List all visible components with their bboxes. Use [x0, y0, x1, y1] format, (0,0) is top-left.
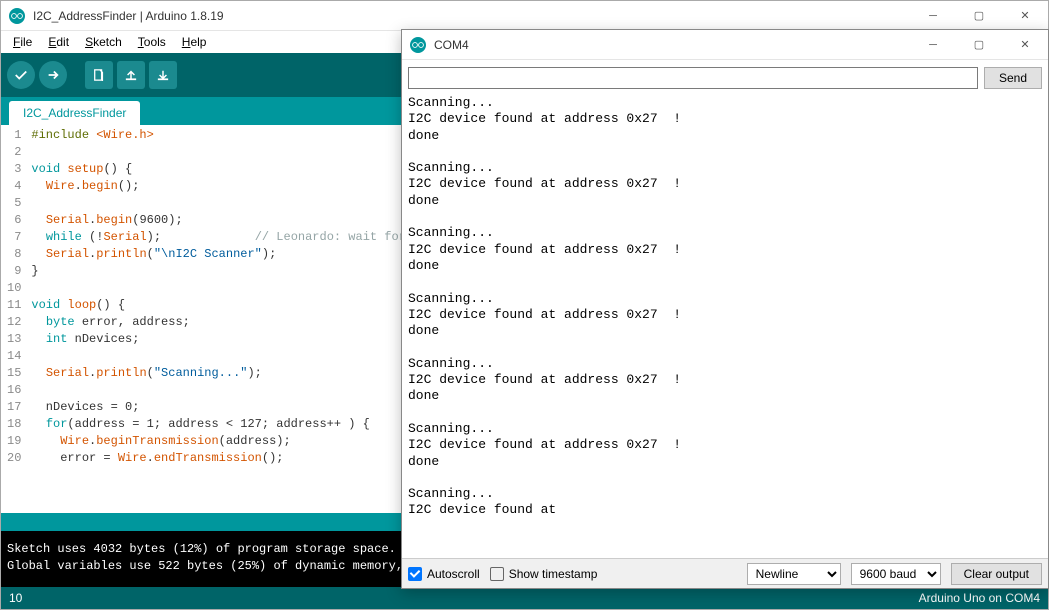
menu-sketch[interactable]: Sketch — [77, 33, 130, 51]
menu-tools[interactable]: Tools — [130, 33, 174, 51]
arduino-logo-icon — [9, 8, 25, 24]
sketch-tab[interactable]: I2C_AddressFinder — [9, 101, 140, 125]
line-gutter: 1234567891011121314151617181920 — [1, 125, 27, 513]
ide-minimize-button[interactable]: ─ — [910, 1, 956, 31]
serial-input[interactable] — [408, 67, 978, 89]
serial-titlebar: COM4 ─ ▢ ✕ — [402, 30, 1048, 60]
autoscroll-label: Autoscroll — [427, 567, 480, 581]
serial-output[interactable]: Scanning... I2C device found at address … — [402, 95, 1048, 558]
timestamp-label: Show timestamp — [509, 567, 598, 581]
save-button[interactable] — [149, 61, 177, 89]
ide-close-button[interactable]: ✕ — [1002, 1, 1048, 31]
footer-board-port: Arduino Uno on COM4 — [919, 591, 1040, 605]
serial-window-controls: ─ ▢ ✕ — [910, 30, 1048, 60]
baud-select[interactable]: 9600 baud — [851, 563, 941, 585]
open-button[interactable] — [117, 61, 145, 89]
menu-edit[interactable]: Edit — [40, 33, 77, 51]
autoscroll-option[interactable]: Autoscroll — [408, 567, 480, 581]
autoscroll-checkbox[interactable] — [408, 567, 422, 581]
ide-maximize-button[interactable]: ▢ — [956, 1, 1002, 31]
new-button[interactable] — [85, 61, 113, 89]
serial-footer: Autoscroll Show timestamp Newline 9600 b… — [402, 558, 1048, 588]
verify-button[interactable] — [7, 61, 35, 89]
serial-minimize-button[interactable]: ─ — [910, 30, 956, 60]
line-ending-select[interactable]: Newline — [747, 563, 841, 585]
ide-title: I2C_AddressFinder | Arduino 1.8.19 — [33, 9, 224, 23]
footer-line-number: 10 — [9, 591, 22, 605]
ide-footer: 10 Arduino Uno on COM4 — [1, 587, 1048, 609]
serial-monitor-window: COM4 ─ ▢ ✕ Send Scanning... I2C device f… — [401, 29, 1049, 589]
serial-send-button[interactable]: Send — [984, 67, 1042, 89]
ide-window-controls: ─ ▢ ✕ — [910, 1, 1048, 31]
menu-help[interactable]: Help — [174, 33, 215, 51]
serial-maximize-button[interactable]: ▢ — [956, 30, 1002, 60]
clear-output-button[interactable]: Clear output — [951, 563, 1042, 585]
serial-input-row: Send — [402, 60, 1048, 95]
menu-file[interactable]: File — [5, 33, 40, 51]
arduino-logo-icon — [410, 37, 426, 53]
timestamp-option[interactable]: Show timestamp — [490, 567, 598, 581]
code-area[interactable]: #include <Wire.h> void setup() { Wire.be… — [27, 125, 406, 513]
serial-title: COM4 — [434, 38, 469, 52]
serial-close-button[interactable]: ✕ — [1002, 30, 1048, 60]
upload-button[interactable] — [39, 61, 67, 89]
timestamp-checkbox[interactable] — [490, 567, 504, 581]
ide-titlebar: I2C_AddressFinder | Arduino 1.8.19 ─ ▢ ✕ — [1, 1, 1048, 31]
